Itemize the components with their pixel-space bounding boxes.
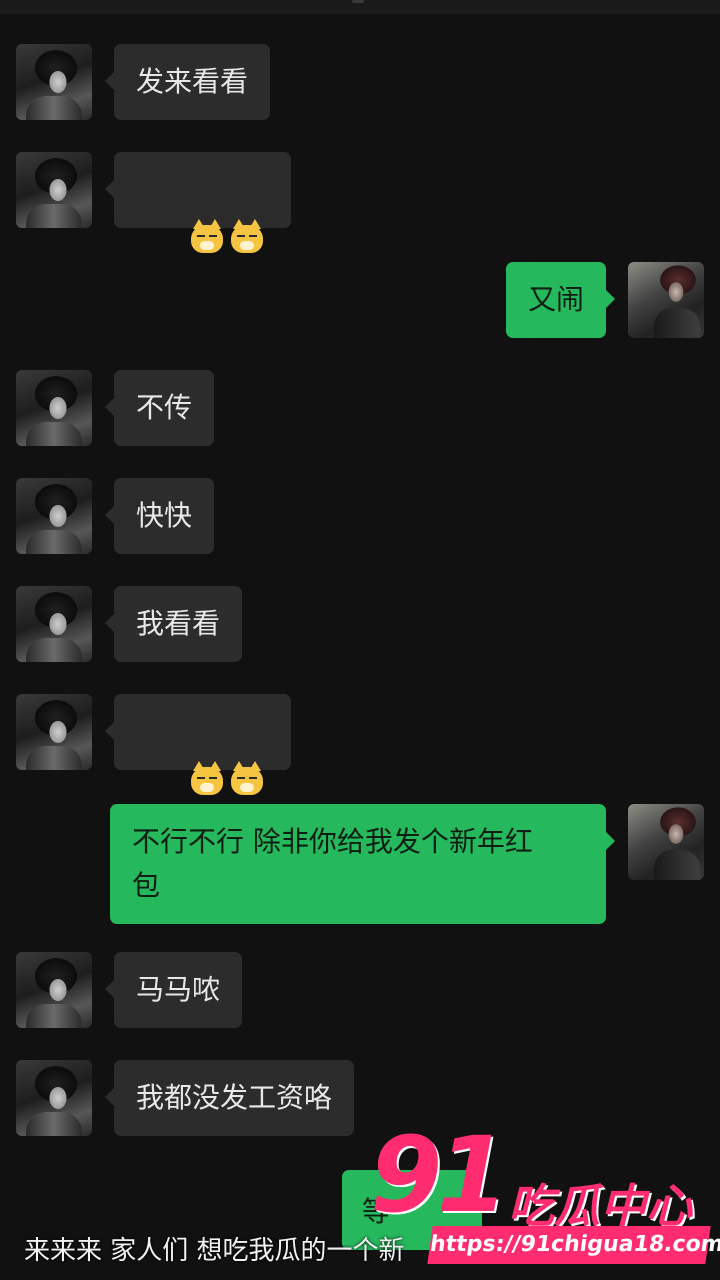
cat-face-icon bbox=[229, 761, 265, 797]
watermark-url: https://91chigua18.com bbox=[427, 1226, 720, 1264]
message-bubble[interactable] bbox=[104, 694, 292, 795]
friend-avatar[interactable] bbox=[16, 370, 92, 446]
friend-avatar[interactable] bbox=[16, 694, 92, 770]
message-bubble[interactable]: 发来看看 bbox=[104, 44, 271, 120]
message-bubble[interactable]: 我看看 bbox=[104, 586, 243, 662]
message-bubble[interactable]: 马马哝 bbox=[104, 952, 243, 1028]
message-bubble[interactable]: 又闹 bbox=[505, 262, 616, 338]
self-avatar[interactable] bbox=[628, 804, 704, 880]
self-avatar[interactable] bbox=[628, 262, 704, 338]
friend-avatar[interactable] bbox=[16, 952, 92, 1028]
cat-face-icon bbox=[189, 219, 225, 255]
friend-avatar[interactable] bbox=[16, 152, 92, 228]
message-bubble[interactable]: 不传 bbox=[104, 370, 215, 446]
watermark-number: 91 bbox=[370, 1114, 509, 1236]
watermark-logo: 91 吃瓜中心 bbox=[370, 1120, 710, 1233]
chat-list[interactable]: 发来看看 又闹 不传 快快 我看看 不行不行 除非你给我发个新年红 包 马马哝 bbox=[0, 0, 720, 1280]
cat-face-icon bbox=[189, 761, 225, 797]
friend-avatar[interactable] bbox=[16, 44, 92, 120]
message-bubble[interactable]: 我都没发工资咯 bbox=[104, 1060, 355, 1136]
cat-face-icon bbox=[229, 219, 265, 255]
friend-avatar[interactable] bbox=[16, 478, 92, 554]
message-bubble[interactable]: 快快 bbox=[104, 478, 215, 554]
friend-avatar[interactable] bbox=[16, 586, 92, 662]
friend-avatar[interactable] bbox=[16, 1060, 92, 1136]
video-caption: 来来来 家人们 想吃我瓜的一个新 bbox=[24, 1236, 405, 1266]
message-bubble[interactable]: 不行不行 除非你给我发个新年红 包 bbox=[110, 804, 615, 924]
message-bubble[interactable] bbox=[104, 152, 292, 253]
